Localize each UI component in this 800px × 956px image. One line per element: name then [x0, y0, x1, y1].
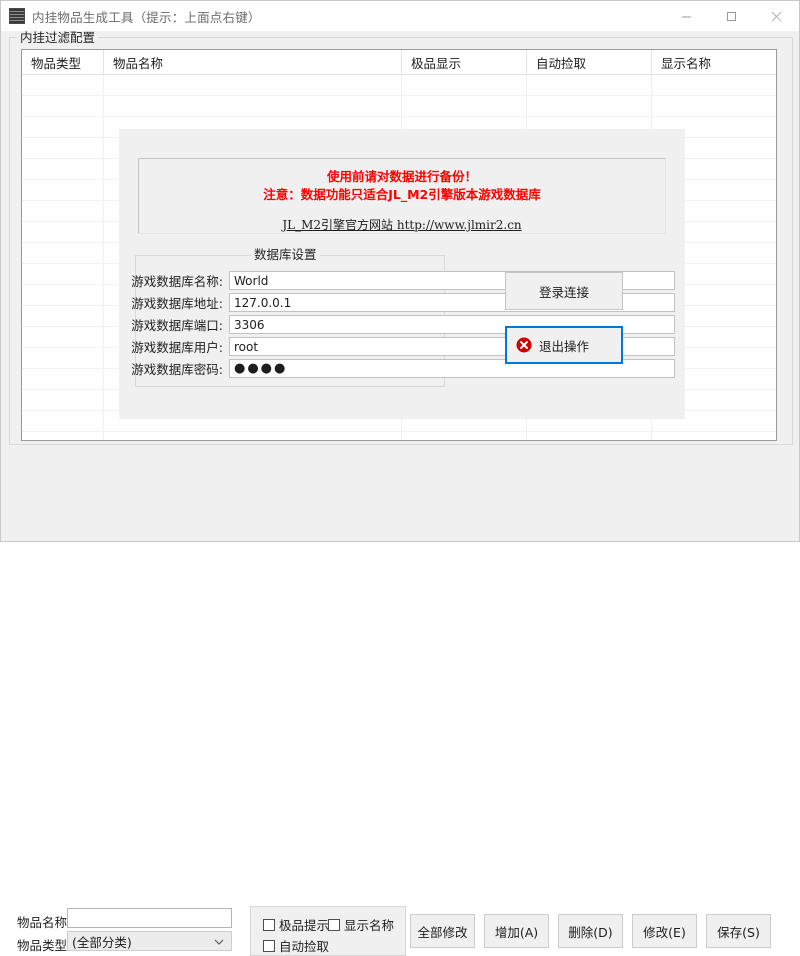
- exit-button[interactable]: 退出操作: [505, 326, 623, 364]
- application-window: 内挂物品生成工具（提示：上面点右键） 内挂过滤配置 物品类型 物品名称 极品显示…: [0, 0, 800, 956]
- table-cell: [22, 432, 104, 440]
- table-cell: [22, 243, 104, 263]
- table-cell: [22, 180, 104, 200]
- item-type-value: (全部分类): [72, 934, 132, 950]
- modify-all-button[interactable]: 全部修改: [410, 914, 475, 948]
- table-cell: [22, 201, 104, 221]
- table-cell: [652, 432, 776, 440]
- table-cell: [652, 75, 776, 95]
- checkbox-box-icon: [263, 918, 275, 931]
- db-settings-label: 数据库设置: [251, 248, 320, 262]
- table-cell: [22, 159, 104, 179]
- table-cell: [22, 390, 104, 410]
- table-cell: [22, 75, 104, 95]
- table-cell: [402, 432, 527, 440]
- add-button[interactable]: 增加(A): [484, 914, 549, 948]
- checkbox-rare-hint-label: 极品提示: [279, 918, 330, 933]
- password-mask: ●●●●: [234, 361, 288, 376]
- exit-button-label: 退出操作: [538, 338, 589, 354]
- table-row[interactable]: [22, 432, 776, 440]
- item-type-label: 物品类型:: [17, 938, 72, 953]
- item-name-label: 物品名称:: [17, 915, 72, 930]
- close-icon[interactable]: [754, 1, 799, 31]
- checkbox-auto-pickup[interactable]: 自动捡取: [263, 936, 329, 955]
- table-cell: [22, 138, 104, 158]
- minimize-icon[interactable]: [664, 1, 709, 31]
- checkbox-show-name-label: 显示名称: [344, 918, 395, 933]
- table-cell: [22, 369, 104, 389]
- notice-line-2: 注意：数据功能只适合JL_M2引擎版本游戏数据库: [263, 187, 541, 202]
- title-bar: 内挂物品生成工具（提示：上面点右键）: [1, 1, 799, 31]
- item-type-dropdown[interactable]: (全部分类): [67, 931, 232, 951]
- column-header-auto-pickup[interactable]: 自动捡取: [527, 50, 652, 74]
- notice-line-1: 使用前请对数据进行备份！: [326, 169, 477, 184]
- table-cell: [22, 117, 104, 137]
- checkbox-show-name[interactable]: 显示名称: [328, 915, 394, 934]
- column-header-item-name[interactable]: 物品名称: [104, 50, 402, 74]
- checkbox-box-icon: [263, 939, 275, 952]
- db-field-host-label: 游戏数据库地址:: [131, 296, 223, 311]
- checkbox-rare-hint[interactable]: 极品提示: [263, 915, 329, 934]
- database-connect-panel: 使用前请对数据进行备份！ 注意：数据功能只适合JL_M2引擎版本游戏数据库 JL…: [119, 129, 685, 419]
- table-cell: [527, 75, 652, 95]
- checkbox-auto-pickup-label: 自动捡取: [279, 939, 330, 954]
- bottom-toolbar: 物品名称: 物品类型: (全部分类) 极品提示 显示名称 自动捡取 全部修改 增…: [1, 451, 800, 956]
- table-cell: [22, 306, 104, 326]
- table-cell: [104, 432, 402, 440]
- table-row[interactable]: [22, 75, 776, 96]
- notice-box: 使用前请对数据进行备份！ 注意：数据功能只适合JL_M2引擎版本游戏数据库 JL…: [138, 158, 666, 234]
- save-button[interactable]: 保存(S): [706, 914, 771, 948]
- table-cell: [22, 222, 104, 242]
- window-controls: [664, 1, 799, 31]
- table-cell: [402, 96, 527, 116]
- table-cell: [22, 285, 104, 305]
- table-cell: [104, 75, 402, 95]
- table-cell: [22, 348, 104, 368]
- table-cell: [22, 96, 104, 116]
- db-field-name-label: 游戏数据库名称:: [131, 274, 223, 289]
- window-title: 内挂物品生成工具（提示：上面点右键）: [32, 9, 261, 25]
- column-header-display-name[interactable]: 显示名称: [652, 50, 776, 74]
- delete-button[interactable]: 删除(D): [558, 914, 623, 948]
- chevron-down-icon: [214, 934, 224, 949]
- item-name-input[interactable]: [67, 908, 232, 928]
- table-cell: [22, 264, 104, 284]
- table-cell: [402, 75, 527, 95]
- db-field-password-label: 游戏数据库密码:: [131, 362, 223, 377]
- error-circle-icon: [516, 337, 532, 353]
- table-cell: [104, 96, 402, 116]
- maximize-icon[interactable]: [709, 1, 754, 31]
- column-header-rare-display[interactable]: 极品显示: [402, 50, 527, 74]
- table-row[interactable]: [22, 96, 776, 117]
- login-connect-button[interactable]: 登录连接: [505, 272, 623, 310]
- table-cell: [527, 432, 652, 440]
- edit-button[interactable]: 修改(E): [632, 914, 697, 948]
- table-cell: [652, 96, 776, 116]
- app-icon: [8, 7, 26, 25]
- filter-config-label: 内挂过滤配置: [17, 31, 99, 45]
- column-header-item-type[interactable]: 物品类型: [22, 50, 104, 74]
- table-cell: [22, 327, 104, 347]
- table-cell: [22, 411, 104, 431]
- db-field-user-label: 游戏数据库用户:: [131, 340, 223, 355]
- listview-header: 物品类型 物品名称 极品显示 自动捡取 显示名称: [22, 50, 776, 75]
- db-field-port-label: 游戏数据库端口:: [131, 318, 223, 333]
- table-cell: [527, 96, 652, 116]
- official-website-link[interactable]: JL_M2引擎官方网站 http://www.jlmir2.cn: [282, 216, 521, 233]
- checkbox-box-icon: [328, 918, 340, 931]
